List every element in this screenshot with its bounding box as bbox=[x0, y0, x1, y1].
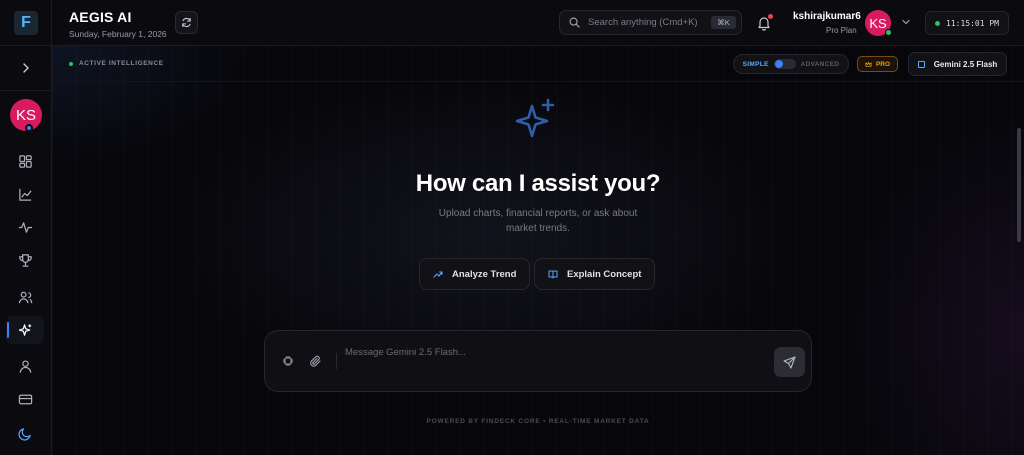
expand-sidebar-button[interactable] bbox=[16, 59, 36, 77]
refresh-icon bbox=[182, 17, 191, 28]
status-label: ACTIVE INTELLIGENCE bbox=[79, 60, 164, 67]
user-name: kshirajkumar6 bbox=[793, 11, 861, 22]
status-indicator: ACTIVE INTELLIGENCE bbox=[69, 60, 164, 67]
model-name: Gemini 2.5 Flash bbox=[933, 59, 998, 69]
attach-button[interactable] bbox=[308, 354, 322, 368]
notifications-button[interactable] bbox=[756, 14, 773, 31]
pro-badge[interactable]: PRO bbox=[857, 56, 898, 72]
divider bbox=[0, 90, 52, 91]
model-selector[interactable]: Gemini 2.5 Flash bbox=[908, 52, 1007, 76]
divider bbox=[336, 353, 337, 369]
pro-label: PRO bbox=[875, 60, 891, 68]
refresh-button[interactable] bbox=[175, 11, 198, 34]
divider bbox=[0, 45, 52, 46]
send-icon bbox=[783, 355, 796, 369]
send-button[interactable] bbox=[774, 347, 805, 377]
search-shortcut: ⌘K bbox=[711, 16, 736, 29]
chat-area: ACTIVE INTELLIGENCE SIMPLE ADVANCED PRO … bbox=[52, 46, 1024, 455]
chat-toolbar: ACTIVE INTELLIGENCE SIMPLE ADVANCED PRO … bbox=[52, 46, 1024, 82]
sidebar-item-activity[interactable] bbox=[6, 213, 44, 241]
mode-advanced-label[interactable]: ADVANCED bbox=[801, 61, 840, 68]
message-composer bbox=[264, 330, 812, 392]
book-icon bbox=[548, 270, 558, 279]
status-dot bbox=[69, 61, 73, 66]
chevron-down-icon[interactable] bbox=[901, 17, 911, 27]
cpu-icon bbox=[917, 60, 925, 68]
footer-note: POWERED BY FINDECK CORE • REAL-TIME MARK… bbox=[426, 418, 650, 425]
current-date: Sunday, February 1, 2026 bbox=[69, 29, 167, 39]
online-status-dot bbox=[885, 29, 892, 36]
paperclip-icon bbox=[309, 355, 321, 367]
app-logo[interactable]: F bbox=[14, 11, 38, 35]
clock-time: 11:15:01 PM bbox=[946, 18, 999, 28]
notification-badge bbox=[768, 14, 773, 19]
cpu-icon bbox=[283, 356, 293, 366]
card-icon bbox=[18, 394, 32, 404]
live-dot bbox=[935, 20, 940, 26]
tools-button[interactable] bbox=[281, 354, 295, 368]
sidebar: F KS bbox=[0, 0, 52, 455]
mode-toggle[interactable]: SIMPLE ADVANCED bbox=[733, 54, 849, 74]
crown-icon bbox=[865, 61, 872, 67]
hero-title: How can I assist you? bbox=[415, 170, 661, 197]
users-icon bbox=[18, 291, 32, 303]
mode-switch[interactable] bbox=[773, 59, 796, 69]
user-icon bbox=[19, 359, 31, 373]
sidebar-avatar[interactable]: KS bbox=[10, 99, 42, 132]
trend-up-icon bbox=[433, 271, 443, 278]
chart-icon bbox=[18, 188, 32, 201]
sparkle-icon bbox=[515, 98, 555, 138]
sidebar-item-profile[interactable] bbox=[6, 352, 44, 380]
suggestion-label: Explain Concept bbox=[567, 268, 642, 280]
avatar-initials: KS bbox=[15, 106, 36, 124]
trophy-icon bbox=[18, 253, 32, 267]
search-bar[interactable]: Search anything (Cmd+K) ⌘K bbox=[559, 10, 742, 35]
clock: 11:15:01 PM bbox=[925, 11, 1009, 35]
sidebar-item-achievements[interactable] bbox=[6, 246, 44, 274]
status-dot bbox=[25, 124, 33, 132]
suggestion-analyze-trend[interactable]: Analyze Trend bbox=[419, 258, 531, 290]
pulse-icon bbox=[18, 221, 32, 233]
chevron-right-icon bbox=[23, 63, 29, 73]
sidebar-item-billing[interactable] bbox=[6, 385, 44, 413]
avatar-initials: KS bbox=[869, 15, 887, 31]
hero-subtitle: Upload charts, financial reports, or ask… bbox=[438, 208, 638, 234]
top-header: AEGIS AI Sunday, February 1, 2026 Search… bbox=[52, 0, 1024, 46]
message-input[interactable] bbox=[345, 347, 765, 358]
suggestion-label: Analyze Trend bbox=[452, 268, 517, 280]
sidebar-item-ai-assistant[interactable] bbox=[6, 316, 44, 344]
scrollbar[interactable] bbox=[1017, 128, 1021, 242]
sparkle-icon bbox=[18, 323, 31, 336]
moon-icon bbox=[17, 427, 31, 441]
search-icon bbox=[569, 17, 580, 28]
sidebar-item-analytics[interactable] bbox=[6, 180, 44, 208]
theme-toggle[interactable] bbox=[6, 419, 44, 447]
suggestion-explain-concept[interactable]: Explain Concept bbox=[534, 258, 656, 290]
user-plan: Pro Plan bbox=[826, 26, 857, 35]
grid-icon bbox=[18, 154, 32, 168]
search-placeholder: Search anything (Cmd+K) bbox=[588, 17, 698, 28]
app-title: AEGIS AI bbox=[69, 9, 132, 25]
mode-simple-label[interactable]: SIMPLE bbox=[743, 61, 769, 68]
sidebar-item-community[interactable] bbox=[6, 283, 44, 311]
user-avatar[interactable]: KS bbox=[865, 10, 892, 36]
sidebar-item-dashboard[interactable] bbox=[6, 147, 44, 175]
